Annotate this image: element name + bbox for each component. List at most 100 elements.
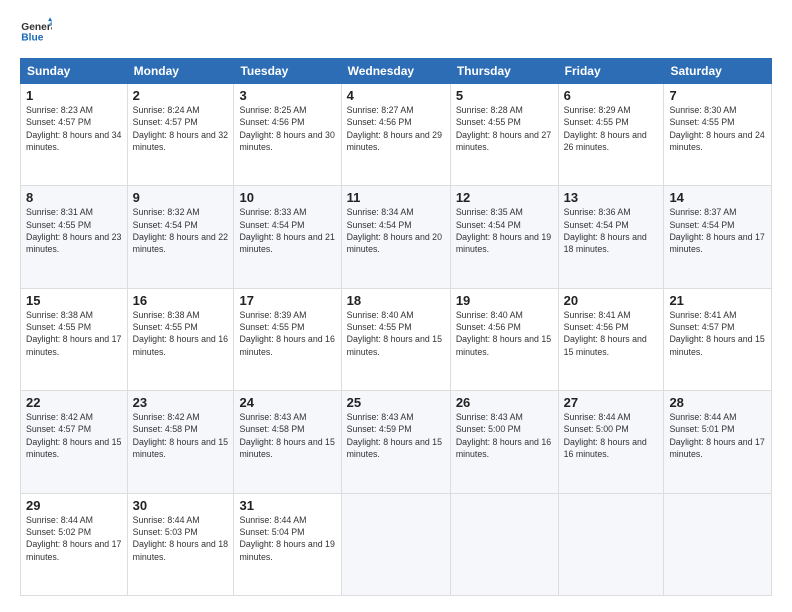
calendar-cell: 18 Sunrise: 8:40 AM Sunset: 4:55 PM Dayl… [341,288,450,390]
day-number: 6 [564,88,659,103]
weekday-header-sunday: Sunday [21,59,128,84]
calendar-cell: 23 Sunrise: 8:42 AM Sunset: 4:58 PM Dayl… [127,391,234,493]
calendar-cell: 17 Sunrise: 8:39 AM Sunset: 4:55 PM Dayl… [234,288,341,390]
day-info: Sunrise: 8:44 AM Sunset: 5:03 PM Dayligh… [133,514,229,563]
day-number: 19 [456,293,553,308]
day-info: Sunrise: 8:30 AM Sunset: 4:55 PM Dayligh… [669,104,766,153]
day-number: 26 [456,395,553,410]
day-info: Sunrise: 8:29 AM Sunset: 4:55 PM Dayligh… [564,104,659,153]
day-number: 25 [347,395,445,410]
calendar-cell [558,493,664,595]
day-info: Sunrise: 8:44 AM Sunset: 5:02 PM Dayligh… [26,514,122,563]
weekday-header-thursday: Thursday [450,59,558,84]
day-info: Sunrise: 8:33 AM Sunset: 4:54 PM Dayligh… [239,206,335,255]
calendar-cell: 3 Sunrise: 8:25 AM Sunset: 4:56 PM Dayli… [234,84,341,186]
header: General Blue [20,16,772,48]
week-row-5: 29 Sunrise: 8:44 AM Sunset: 5:02 PM Dayl… [21,493,772,595]
calendar-cell: 1 Sunrise: 8:23 AM Sunset: 4:57 PM Dayli… [21,84,128,186]
day-number: 24 [239,395,335,410]
day-number: 21 [669,293,766,308]
calendar-cell: 11 Sunrise: 8:34 AM Sunset: 4:54 PM Dayl… [341,186,450,288]
day-number: 11 [347,190,445,205]
svg-text:General: General [21,22,52,33]
day-number: 20 [564,293,659,308]
day-info: Sunrise: 8:35 AM Sunset: 4:54 PM Dayligh… [456,206,553,255]
calendar-cell: 30 Sunrise: 8:44 AM Sunset: 5:03 PM Dayl… [127,493,234,595]
day-info: Sunrise: 8:44 AM Sunset: 5:00 PM Dayligh… [564,411,659,460]
weekday-header-row: SundayMondayTuesdayWednesdayThursdayFrid… [21,59,772,84]
calendar-cell: 5 Sunrise: 8:28 AM Sunset: 4:55 PM Dayli… [450,84,558,186]
logo: General Blue [20,16,52,48]
day-number: 27 [564,395,659,410]
svg-text:Blue: Blue [21,32,43,43]
day-number: 8 [26,190,122,205]
weekday-header-saturday: Saturday [664,59,772,84]
day-info: Sunrise: 8:38 AM Sunset: 4:55 PM Dayligh… [133,309,229,358]
day-number: 12 [456,190,553,205]
day-number: 29 [26,498,122,513]
week-row-1: 1 Sunrise: 8:23 AM Sunset: 4:57 PM Dayli… [21,84,772,186]
calendar-cell: 16 Sunrise: 8:38 AM Sunset: 4:55 PM Dayl… [127,288,234,390]
day-number: 5 [456,88,553,103]
calendar-cell: 13 Sunrise: 8:36 AM Sunset: 4:54 PM Dayl… [558,186,664,288]
day-number: 2 [133,88,229,103]
day-info: Sunrise: 8:44 AM Sunset: 5:04 PM Dayligh… [239,514,335,563]
day-info: Sunrise: 8:42 AM Sunset: 4:57 PM Dayligh… [26,411,122,460]
weekday-header-wednesday: Wednesday [341,59,450,84]
day-number: 23 [133,395,229,410]
calendar-cell [341,493,450,595]
calendar-cell: 15 Sunrise: 8:38 AM Sunset: 4:55 PM Dayl… [21,288,128,390]
day-info: Sunrise: 8:31 AM Sunset: 4:55 PM Dayligh… [26,206,122,255]
day-info: Sunrise: 8:23 AM Sunset: 4:57 PM Dayligh… [26,104,122,153]
weekday-header-tuesday: Tuesday [234,59,341,84]
day-number: 4 [347,88,445,103]
weekday-header-friday: Friday [558,59,664,84]
calendar-cell: 21 Sunrise: 8:41 AM Sunset: 4:57 PM Dayl… [664,288,772,390]
weekday-header-monday: Monday [127,59,234,84]
day-info: Sunrise: 8:43 AM Sunset: 5:00 PM Dayligh… [456,411,553,460]
calendar-cell: 14 Sunrise: 8:37 AM Sunset: 4:54 PM Dayl… [664,186,772,288]
calendar-cell: 28 Sunrise: 8:44 AM Sunset: 5:01 PM Dayl… [664,391,772,493]
day-info: Sunrise: 8:37 AM Sunset: 4:54 PM Dayligh… [669,206,766,255]
calendar-cell: 9 Sunrise: 8:32 AM Sunset: 4:54 PM Dayli… [127,186,234,288]
calendar-cell: 12 Sunrise: 8:35 AM Sunset: 4:54 PM Dayl… [450,186,558,288]
day-number: 10 [239,190,335,205]
calendar-cell: 19 Sunrise: 8:40 AM Sunset: 4:56 PM Dayl… [450,288,558,390]
calendar-cell: 2 Sunrise: 8:24 AM Sunset: 4:57 PM Dayli… [127,84,234,186]
calendar-cell: 7 Sunrise: 8:30 AM Sunset: 4:55 PM Dayli… [664,84,772,186]
week-row-3: 15 Sunrise: 8:38 AM Sunset: 4:55 PM Dayl… [21,288,772,390]
day-number: 14 [669,190,766,205]
day-number: 13 [564,190,659,205]
calendar-cell: 27 Sunrise: 8:44 AM Sunset: 5:00 PM Dayl… [558,391,664,493]
day-info: Sunrise: 8:40 AM Sunset: 4:56 PM Dayligh… [456,309,553,358]
calendar-cell: 25 Sunrise: 8:43 AM Sunset: 4:59 PM Dayl… [341,391,450,493]
calendar-cell: 4 Sunrise: 8:27 AM Sunset: 4:56 PM Dayli… [341,84,450,186]
day-number: 3 [239,88,335,103]
calendar-cell: 29 Sunrise: 8:44 AM Sunset: 5:02 PM Dayl… [21,493,128,595]
calendar-table: SundayMondayTuesdayWednesdayThursdayFrid… [20,58,772,596]
logo-icon: General Blue [20,16,52,48]
calendar-cell: 24 Sunrise: 8:43 AM Sunset: 4:58 PM Dayl… [234,391,341,493]
day-number: 7 [669,88,766,103]
day-number: 18 [347,293,445,308]
day-info: Sunrise: 8:25 AM Sunset: 4:56 PM Dayligh… [239,104,335,153]
day-info: Sunrise: 8:36 AM Sunset: 4:54 PM Dayligh… [564,206,659,255]
week-row-2: 8 Sunrise: 8:31 AM Sunset: 4:55 PM Dayli… [21,186,772,288]
day-number: 16 [133,293,229,308]
calendar-cell: 6 Sunrise: 8:29 AM Sunset: 4:55 PM Dayli… [558,84,664,186]
day-info: Sunrise: 8:44 AM Sunset: 5:01 PM Dayligh… [669,411,766,460]
week-row-4: 22 Sunrise: 8:42 AM Sunset: 4:57 PM Dayl… [21,391,772,493]
calendar-cell: 10 Sunrise: 8:33 AM Sunset: 4:54 PM Dayl… [234,186,341,288]
calendar-cell [450,493,558,595]
day-number: 1 [26,88,122,103]
day-number: 22 [26,395,122,410]
calendar-cell: 31 Sunrise: 8:44 AM Sunset: 5:04 PM Dayl… [234,493,341,595]
day-info: Sunrise: 8:27 AM Sunset: 4:56 PM Dayligh… [347,104,445,153]
calendar-cell: 8 Sunrise: 8:31 AM Sunset: 4:55 PM Dayli… [21,186,128,288]
day-info: Sunrise: 8:32 AM Sunset: 4:54 PM Dayligh… [133,206,229,255]
day-info: Sunrise: 8:42 AM Sunset: 4:58 PM Dayligh… [133,411,229,460]
calendar-cell: 22 Sunrise: 8:42 AM Sunset: 4:57 PM Dayl… [21,391,128,493]
calendar-cell: 20 Sunrise: 8:41 AM Sunset: 4:56 PM Dayl… [558,288,664,390]
day-info: Sunrise: 8:43 AM Sunset: 4:58 PM Dayligh… [239,411,335,460]
day-info: Sunrise: 8:41 AM Sunset: 4:56 PM Dayligh… [564,309,659,358]
